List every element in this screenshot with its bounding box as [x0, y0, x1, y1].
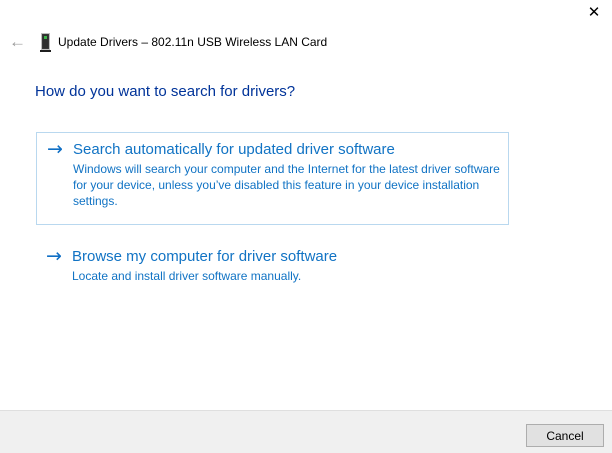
wizard-header: ← Update Drivers – 802.11n USB Wireless …	[0, 30, 612, 56]
option-browse-computer[interactable]: → Browse my computer for driver software…	[36, 240, 509, 284]
back-arrow-icon[interactable]: ←	[9, 33, 26, 50]
close-icon[interactable]: ✕	[584, 2, 604, 22]
update-drivers-wizard: ✕ ← Update Drivers – 802.11n USB Wireles…	[0, 0, 612, 453]
driver-device-icon	[39, 33, 52, 58]
page-title: How do you want to search for drivers?	[35, 83, 296, 100]
option-search-automatically[interactable]: → Search automatically for updated drive…	[36, 132, 509, 225]
arrow-right-icon: →	[47, 138, 63, 160]
cancel-button[interactable]: Cancel	[526, 424, 604, 447]
wizard-footer: Cancel	[0, 410, 612, 453]
wizard-title: Update Drivers – 802.11n USB Wireless LA…	[58, 35, 328, 49]
option-description: Windows will search your computer and th…	[73, 162, 500, 208]
option-title: Browse my computer for driver software	[72, 248, 338, 265]
option-title: Search automatically for updated driver …	[73, 141, 395, 158]
option-description: Locate and install driver software manua…	[72, 269, 302, 283]
arrow-right-icon: →	[46, 245, 62, 267]
